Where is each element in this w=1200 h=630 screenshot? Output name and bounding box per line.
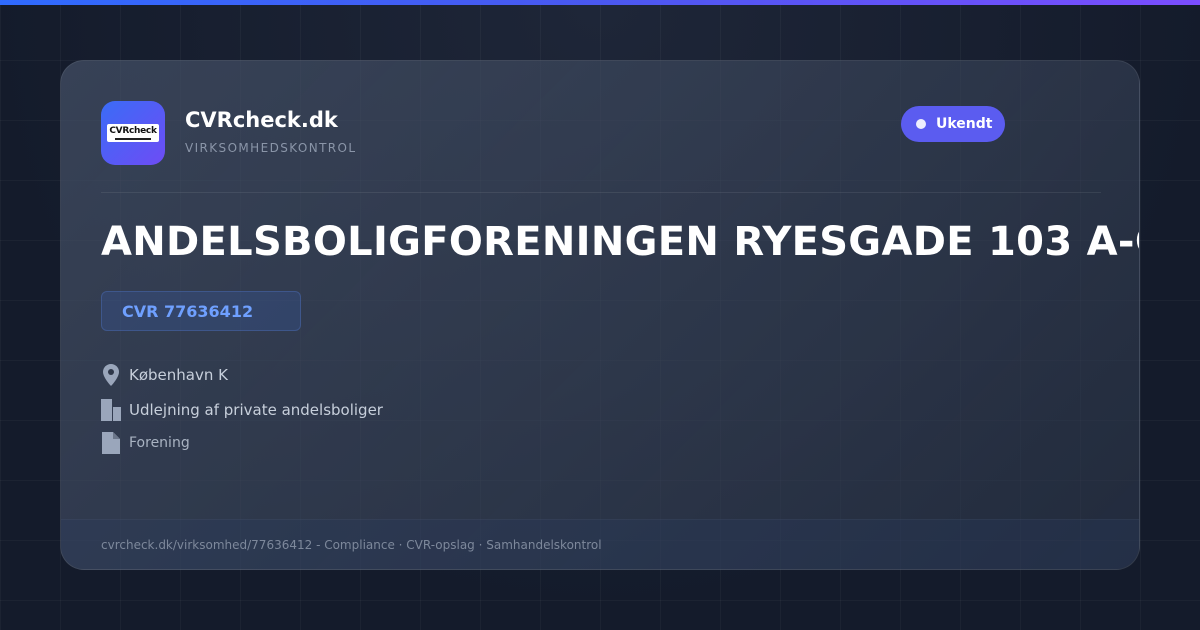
- card-footer: cvrcheck.dk/virksomhed/77636412 - Compli…: [61, 519, 1139, 569]
- cvr-badge: CVR 77636412: [101, 291, 301, 331]
- footer-text: cvrcheck.dk/virksomhed/77636412 - Compli…: [101, 537, 602, 552]
- info-row-city: København K: [101, 364, 228, 386]
- logo-underline: [115, 137, 151, 140]
- header-divider: [101, 192, 1101, 193]
- status-dot-icon: [916, 119, 926, 129]
- location-pin-icon: [101, 364, 121, 386]
- company-industry: Udlejning af private andelsboliger: [129, 401, 383, 419]
- brand-tagline: VIRKSOMHEDSKONTROL: [185, 141, 357, 155]
- status-label: Ukendt: [936, 116, 993, 132]
- status-badge: Ukendt: [901, 106, 1005, 142]
- company-city: København K: [129, 366, 228, 384]
- logo-text: CVRcheck: [109, 125, 157, 136]
- building-icon: [101, 399, 121, 421]
- company-name: ANDELSBOLIGFORENINGEN RYESGADE 103 A-C: [101, 219, 1140, 265]
- document-icon: [101, 432, 121, 454]
- logo-wordmark: CVRcheck: [107, 124, 159, 142]
- company-type: Forening: [129, 435, 190, 451]
- company-card: CVRcheck CVRcheck.dk VIRKSOMHEDSKONTROL …: [60, 60, 1140, 570]
- info-row-type: Forening: [101, 432, 190, 454]
- cvr-number: CVR 77636412: [122, 301, 254, 321]
- brand-logo: CVRcheck: [101, 101, 165, 165]
- info-row-industry: Udlejning af private andelsboliger: [101, 399, 383, 421]
- top-accent-bar: [0, 0, 1200, 5]
- brand-name: CVRcheck.dk: [185, 108, 338, 132]
